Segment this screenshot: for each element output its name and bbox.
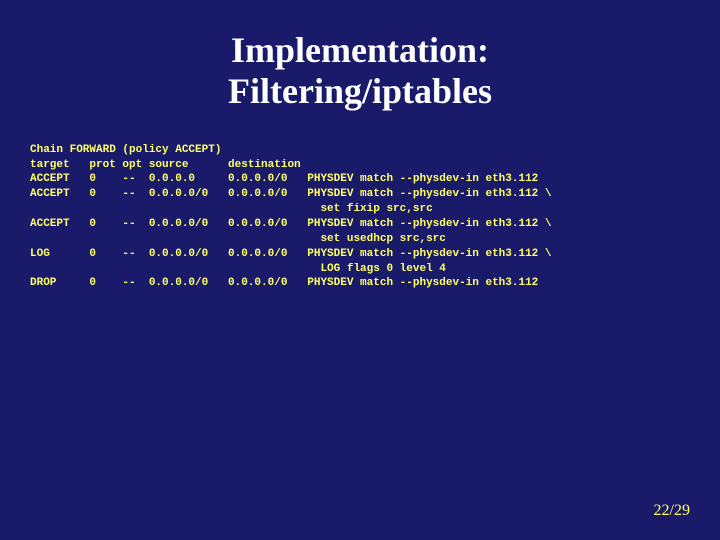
title-line-1: Implementation: xyxy=(30,30,690,71)
iptables-output: Chain FORWARD (policy ACCEPT) target pro… xyxy=(30,143,690,291)
page-number: 22/29 xyxy=(654,502,690,520)
slide: Implementation: Filtering/iptables Chain… xyxy=(0,0,720,540)
slide-title: Implementation: Filtering/iptables xyxy=(30,30,690,113)
title-line-2: Filtering/iptables xyxy=(30,71,690,112)
